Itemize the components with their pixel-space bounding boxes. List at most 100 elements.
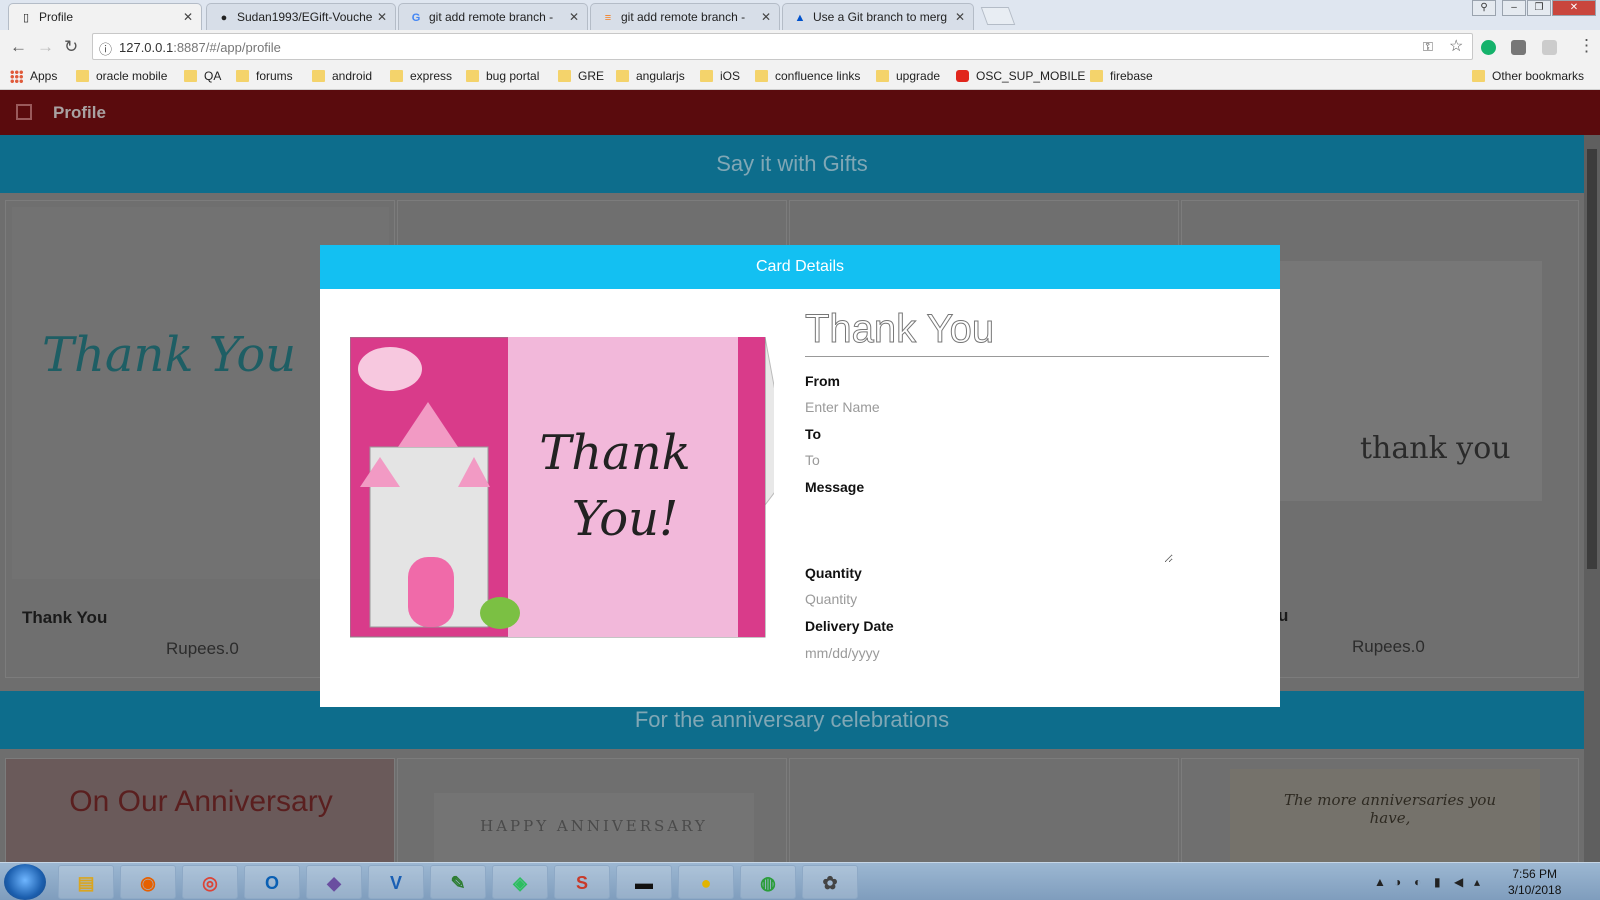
close-tab-icon[interactable]: ✕ [761, 10, 771, 24]
bookmark-item[interactable]: angularjs [616, 69, 685, 83]
close-tab-icon[interactable]: ✕ [183, 10, 193, 24]
cmd-icon[interactable]: ▬ [616, 865, 672, 899]
tab-stackoverflow[interactable]: ≡ git add remote branch - ✕ [590, 3, 780, 30]
tab-github[interactable]: ● Sudan1993/EGift-Vouche ✕ [206, 3, 396, 30]
maximize-button[interactable]: ❐ [1527, 0, 1551, 16]
bookmark-item[interactable]: express [390, 69, 452, 83]
card-art-text: thank you [1360, 431, 1511, 466]
folder-icon [1472, 70, 1485, 82]
bookmark-apps[interactable]: Apps [10, 69, 57, 83]
card-art-line2: You! [572, 491, 679, 547]
gift-card[interactable]: On Our Anniversary [5, 758, 395, 862]
bookmark-item[interactable]: QA [184, 69, 221, 83]
message-label: Message [805, 479, 865, 495]
bookmark-label: GRE [578, 69, 605, 83]
card-art-line1: Thank [539, 425, 691, 481]
card-title: Thank You [805, 307, 1269, 357]
star-icon[interactable]: ☆ [1449, 36, 1463, 56]
message-textarea[interactable] [805, 501, 1173, 563]
info-icon[interactable]: ⓘ [99, 39, 112, 58]
reload-icon[interactable]: ↻ [64, 37, 78, 57]
bookmark-item[interactable]: forums [236, 69, 293, 83]
menu-icon[interactable]: ⋮ [1578, 36, 1595, 56]
bookmark-label: confluence links [775, 69, 861, 83]
close-tab-icon[interactable]: ✕ [955, 10, 965, 24]
card-details-modal: Card Details Thank You! Thank You From T… [320, 245, 1280, 707]
start-button[interactable] [4, 864, 46, 900]
extension-icon[interactable] [1511, 40, 1526, 55]
grammarly-icon[interactable] [1481, 40, 1496, 55]
tab-atlassian[interactable]: ▲ Use a Git branch to merg ✕ [782, 3, 974, 30]
back-icon[interactable]: ← [10, 37, 27, 57]
card-art-text: On Our Anniversary [69, 785, 333, 818]
bookmark-item[interactable]: GRE [558, 69, 604, 83]
notepad-icon[interactable]: ✎ [430, 865, 486, 899]
bookmark-label: QA [204, 69, 222, 83]
tab-google[interactable]: G git add remote branch - ✕ [398, 3, 588, 30]
page-scrollbar[interactable] [1584, 135, 1600, 862]
url-host: 127.0.0.1 [119, 40, 174, 55]
delivery-date-input[interactable] [805, 643, 1265, 663]
close-window-button[interactable]: ✕ [1552, 0, 1596, 16]
card-art-text: The more anniversaries you have, [1283, 791, 1497, 827]
bookmark-item[interactable]: android [312, 69, 372, 83]
paint-icon[interactable]: ✿ [802, 865, 858, 899]
from-label: From [805, 373, 840, 389]
card-art-text: HAPPY ANNIVERSARY [480, 817, 708, 835]
to-input[interactable] [805, 450, 1265, 470]
page-title: Profile [53, 103, 106, 122]
chrome-icon[interactable]: ◎ [182, 865, 238, 899]
from-input[interactable] [805, 397, 1265, 417]
sublime-icon[interactable]: S [554, 865, 610, 899]
key-icon[interactable]: ⚿ [1423, 39, 1433, 55]
quantity-input[interactable] [805, 589, 1265, 609]
globe-icon[interactable]: ◍ [740, 865, 796, 899]
apps-icon [10, 70, 23, 83]
menu-toggle[interactable] [16, 104, 32, 120]
pidgin-icon[interactable]: ◆ [306, 865, 362, 899]
tray-arrow-icon[interactable]: ▲ [1374, 875, 1386, 889]
bookmark-item[interactable]: iOS [700, 69, 740, 83]
folder-icon [1090, 70, 1103, 82]
explorer-icon[interactable]: ▤ [58, 865, 114, 899]
gift-card[interactable]: HAPPY ANNIVERSARY [397, 758, 787, 862]
folder-icon [755, 70, 768, 82]
system-clock[interactable]: 7:56 PM 3/10/2018 [1508, 866, 1561, 898]
firefox-icon[interactable]: ◉ [120, 865, 176, 899]
scrollbar-thumb[interactable] [1587, 149, 1597, 569]
card-name: Thank You [22, 608, 108, 627]
volume-icon[interactable]: ◀ [1454, 875, 1463, 889]
bookmark-item[interactable]: bug portal [466, 69, 539, 83]
bookmark-item[interactable]: confluence links [755, 69, 860, 83]
bookmark-item[interactable]: firebase [1090, 69, 1153, 83]
card-art-text: Thank You [42, 327, 297, 383]
stackoverflow-icon: ≡ [604, 12, 612, 24]
sync-icon[interactable]: ◐ [1414, 875, 1421, 889]
gift-card[interactable] [789, 758, 1179, 862]
profile-icon[interactable]: ⚲ [1472, 0, 1496, 16]
outlook-icon[interactable]: O [244, 865, 300, 899]
bookmark-item[interactable]: upgrade [876, 69, 940, 83]
bookmark-item[interactable]: oracle mobile [76, 69, 167, 83]
close-tab-icon[interactable]: ✕ [569, 10, 579, 24]
gift-card[interactable]: The more anniversaries you have, [1181, 758, 1579, 862]
tab-profile[interactable]: ▯ Profile ✕ [8, 3, 202, 30]
extension-icon[interactable] [1542, 40, 1557, 55]
url-text[interactable]: 127.0.0.1:8887/#/app/profile [119, 40, 281, 55]
other-bookmarks[interactable]: Other bookmarks [1472, 69, 1584, 83]
browser-toolbar: ← → ↻ ⓘ 127.0.0.1:8887/#/app/profile ⚿ ☆… [0, 30, 1600, 64]
signal-icon[interactable]: ▴ [1474, 875, 1480, 889]
address-bar[interactable]: ⓘ 127.0.0.1:8887/#/app/profile ⚿ ☆ [92, 33, 1473, 60]
bookmark-item[interactable]: OSC_SUP_MOBILE [956, 69, 1085, 83]
status-icon[interactable]: ● [678, 865, 734, 899]
bookmark-label: Other bookmarks [1492, 69, 1585, 83]
vc-icon[interactable]: V [368, 865, 424, 899]
minimize-button[interactable]: – [1502, 0, 1526, 16]
network-icon[interactable]: ◑ [1394, 875, 1401, 889]
new-tab-button[interactable] [980, 7, 1016, 25]
battery-icon[interactable]: ▮ [1434, 875, 1441, 889]
evernote-icon[interactable]: ◈ [492, 865, 548, 899]
folder-icon [876, 70, 889, 82]
close-tab-icon[interactable]: ✕ [377, 10, 387, 24]
forward-icon[interactable]: → [37, 37, 54, 57]
